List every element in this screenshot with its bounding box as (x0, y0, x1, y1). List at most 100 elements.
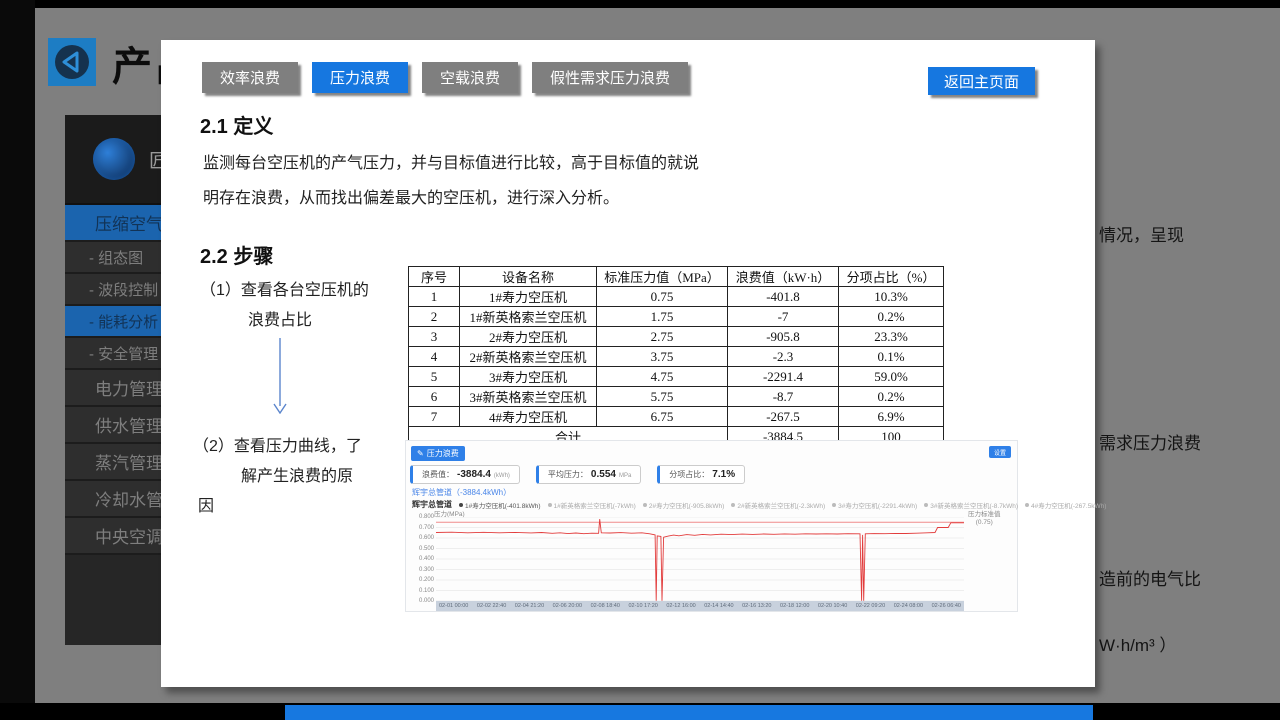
table-row: 53#寿力空压机4.75-2291.459.0% (409, 367, 944, 387)
x-tick-label: 02-10 17:20 (628, 603, 657, 609)
stat-value: 7.1% (712, 469, 735, 480)
table-row: 11#寿力空压机0.75-401.810.3% (409, 287, 944, 307)
background-text-fragment: 造前的电气比 (1099, 565, 1201, 590)
section-heading-definition: 2.1 定义 (200, 110, 273, 139)
legend-item-label: 2#新英格索兰空压机(-2.3kWh) (737, 500, 825, 510)
legend-dot-icon (643, 503, 647, 507)
x-tick-label: 02-22 09:20 (856, 603, 885, 609)
x-tick-label: 02-02 22:40 (477, 603, 506, 609)
x-tick-label: 02-24 08:00 (894, 603, 923, 609)
table-cell: -7 (728, 307, 839, 327)
table-header-cell: 设备名称 (460, 267, 597, 287)
y-tick-label: 0.400 (408, 556, 434, 562)
chart-legend: 辉宇总管道1#寿力空压机(-401.8kWh)1#新英格索兰空压机(-7kWh)… (412, 499, 1106, 510)
table-cell: 3#新英格索兰空压机 (460, 387, 597, 407)
stat-chip: 分项占比：7.1% (657, 465, 745, 484)
step-2-line3: 因 (193, 492, 362, 522)
table-cell: -2.3 (728, 347, 839, 367)
tab-空载浪费[interactable]: 空载浪费 (422, 62, 518, 93)
table-cell: -401.8 (728, 287, 839, 307)
x-tick-label: 02-12 16:00 (666, 603, 695, 609)
down-arrow-icon (273, 338, 287, 419)
table-cell: 4 (409, 347, 460, 367)
settings-button[interactable]: 设置 (989, 446, 1011, 458)
pressure-waste-tag[interactable]: ✎ 压力浪费 (411, 446, 465, 461)
legend-item[interactable]: 2#寿力空压机(-905.8kWh) (643, 500, 725, 510)
top-black-strip (0, 0, 1280, 8)
table-cell: -267.5 (728, 407, 839, 427)
left-black-strip (0, 0, 35, 720)
back-circle-icon[interactable] (48, 38, 96, 86)
return-home-button[interactable]: 返回主页面 (928, 67, 1035, 95)
table-cell: 1.75 (597, 307, 728, 327)
table-cell: 23.3% (839, 327, 944, 347)
line-plot (436, 517, 964, 601)
table-cell: 5 (409, 367, 460, 387)
table-cell: 0.2% (839, 387, 944, 407)
table-cell: 5.75 (597, 387, 728, 407)
tag-label: 压力浪费 (427, 448, 459, 459)
stat-label: 分项占比： (669, 469, 709, 480)
definition-line1: 监测每台空压机的产气压力，并与目标值进行比较，高于目标值的就说 (203, 146, 743, 181)
legend-dot-icon (548, 503, 552, 507)
background-text-fragment: 需求压力浪费 (1099, 429, 1201, 454)
legend-item[interactable]: 2#新英格索兰空压机(-2.3kWh) (731, 500, 825, 510)
back-arrow-glyph (52, 42, 92, 82)
stat-unit: MPa (619, 473, 631, 479)
legend-item-label: 3#新英格索兰空压机(-8.7kWh) (930, 500, 1018, 510)
table-cell: 1#新英格索兰空压机 (460, 307, 597, 327)
x-tick-label: 02-08 18:40 (591, 603, 620, 609)
table-cell: 1 (409, 287, 460, 307)
y-tick-label: 0.000 (408, 598, 434, 604)
table-header-row: 序号设备名称标准压力值（MPa）浪费值（kW·h）分项占比（%） (409, 267, 944, 287)
table-row: 63#新英格索兰空压机5.75-8.70.2% (409, 387, 944, 407)
x-tick-label: 02-18 12:00 (780, 603, 809, 609)
x-tick-label: 02-16 13:20 (742, 603, 771, 609)
stat-chip: 浪费值：-3884.4(kWh) (410, 465, 520, 484)
definition-line2: 明存在浪费，从而找出偏差最大的空压机，进行深入分析。 (203, 181, 743, 216)
table-cell: 4.75 (597, 367, 728, 387)
table-header-cell: 分项占比（%） (839, 267, 944, 287)
legend-item-label: 2#寿力空压机(-905.8kWh) (649, 500, 725, 510)
table-header-cell: 浪费值（kW·h） (728, 267, 839, 287)
table-cell: -2291.4 (728, 367, 839, 387)
table-cell: 7 (409, 407, 460, 427)
pipeline-link[interactable]: 辉宇总管道（-3884.4kWh） (412, 487, 511, 498)
screen: 产品 匠 压缩空气- 组态图- 波段控制- 能耗分析- 安全管理电力管理供水管理… (0, 0, 1280, 720)
legend-item[interactable]: 4#寿力空压机(-267.5kWh) (1025, 500, 1107, 510)
table-cell: -8.7 (728, 387, 839, 407)
legend-item[interactable]: 3#寿力空压机(-2291.4kWh) (832, 500, 917, 510)
stat-value: 0.554 (591, 469, 616, 480)
step-2-line2: 解产生浪费的原 (193, 462, 362, 492)
waste-table: 序号设备名称标准压力值（MPa）浪费值（kW·h）分项占比（%）11#寿力空压机… (408, 266, 944, 447)
background-text-fragment: W·h/m³ ） (1099, 631, 1176, 656)
legend-dot-icon (832, 503, 836, 507)
stat-chip: 平均压力：0.554MPa (536, 465, 641, 484)
waste-type-tabs: 效率浪费压力浪费空载浪费假性需求压力浪费 (202, 62, 688, 93)
table-cell: 0.75 (597, 287, 728, 307)
reference-line-label: 压力标准值 (0.75) (968, 511, 1001, 527)
x-axis-scrollbar[interactable]: 02-01 00:0002-02 22:4002-04 21:2002-06 2… (436, 601, 964, 611)
legend-item[interactable]: 1#新英格索兰空压机(-7kWh) (548, 500, 636, 510)
section-heading-steps: 2.2 步骤 (200, 240, 273, 269)
tab-假性需求压力浪费[interactable]: 假性需求压力浪费 (532, 62, 688, 93)
y-tick-label: 0.700 (408, 525, 434, 531)
table-cell: 6 (409, 387, 460, 407)
y-tick-label: 0.500 (408, 546, 434, 552)
bottom-blue-bar (285, 705, 1093, 720)
pressure-waste-screenshot: ✎ 压力浪费 设置 浪费值：-3884.4(kWh) 平均压力：0.554MPa 分… (405, 440, 1018, 612)
step-1-line2: 浪费占比 (200, 306, 369, 336)
table-cell: 6.9% (839, 407, 944, 427)
slide-panel: 效率浪费压力浪费空载浪费假性需求压力浪费 返回主页面 2.1 定义 监测每台空压… (161, 40, 1095, 687)
definition-body: 监测每台空压机的产气压力，并与目标值进行比较，高于目标值的就说 明存在浪费，从而… (203, 146, 743, 216)
y-tick-label: 0.300 (408, 567, 434, 573)
pressure-chart: 压力(MPa) 0.8000.7000.6000.5000.4000.3000.… (406, 511, 1019, 611)
tab-压力浪费[interactable]: 压力浪费 (312, 62, 408, 93)
tab-效率浪费[interactable]: 效率浪费 (202, 62, 298, 93)
table-row: 74#寿力空压机6.75-267.56.9% (409, 407, 944, 427)
legend-item[interactable]: 3#新英格索兰空压机(-8.7kWh) (924, 500, 1018, 510)
table-cell: 3.75 (597, 347, 728, 367)
legend-item[interactable]: 1#寿力空压机(-401.8kWh) (459, 500, 541, 510)
table-cell: 3 (409, 327, 460, 347)
edit-icon: ✎ (417, 449, 424, 458)
